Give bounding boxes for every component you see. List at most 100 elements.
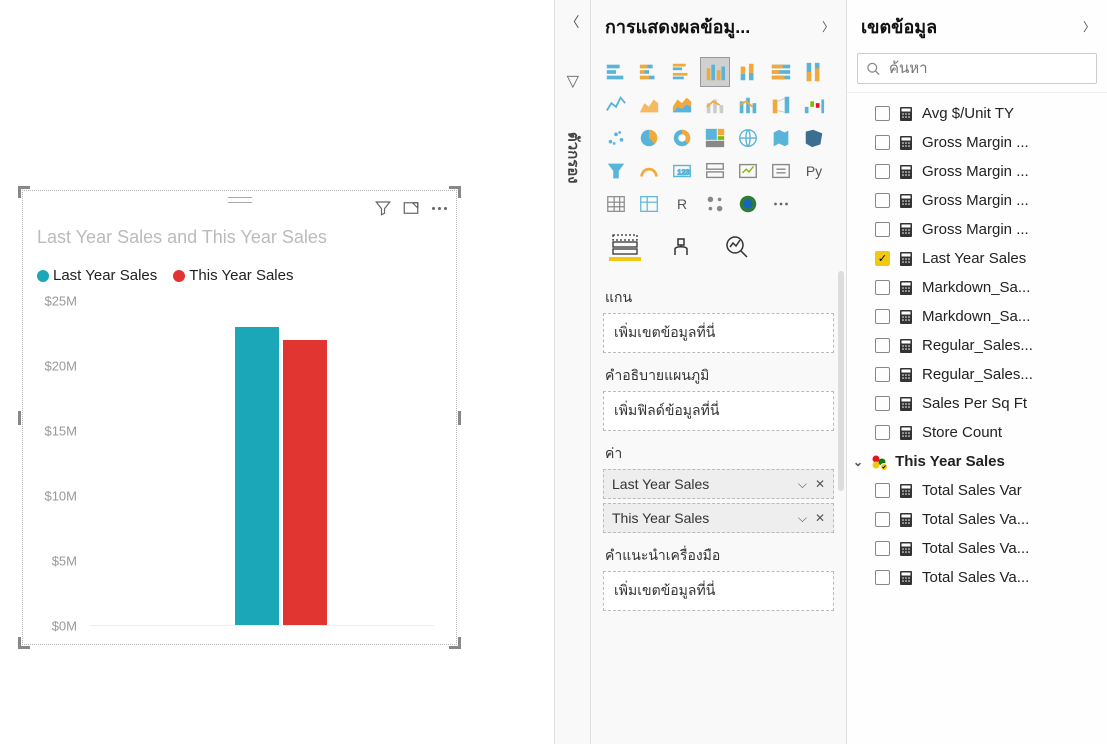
field-row[interactable]: Total Sales Va... [847,534,1103,563]
viz-type-donut[interactable] [667,123,697,153]
legend-well-drop[interactable]: เพิ่มฟิลด์ข้อมูลที่นี่ [603,391,834,431]
field-row[interactable]: Total Sales Var [847,476,1103,505]
fields-tab-icon[interactable] [609,233,641,261]
field-checkbox[interactable] [875,512,890,527]
viz-type-combo2[interactable] [733,90,763,120]
field-row[interactable]: Gross Margin ... [847,157,1103,186]
viz-type-key-influencers[interactable] [700,189,730,219]
bar[interactable] [283,340,327,625]
viz-type-combo1[interactable] [700,90,730,120]
resize-handle[interactable] [18,186,30,198]
field-row[interactable]: Regular_Sales... [847,331,1103,360]
viz-type-gauge[interactable] [634,156,664,186]
viz-type-more[interactable] [766,189,796,219]
field-row[interactable]: Total Sales Va... [847,505,1103,534]
field-row[interactable]: Total Sales Va... [847,563,1103,592]
focus-mode-icon[interactable] [402,199,420,217]
viz-type-line[interactable] [601,90,631,120]
field-checkbox[interactable] [875,367,890,382]
axis-well-drop[interactable]: เพิ่มเขตข้อมูลที่นี่ [603,313,834,353]
viz-type-shape-map[interactable] [799,123,829,153]
field-checkbox[interactable] [875,222,890,237]
report-canvas[interactable]: Last Year Sales and This Year Sales Last… [0,0,555,744]
chevron-down-icon[interactable]: ⌵ [798,477,807,492]
field-checkbox[interactable] [875,483,890,498]
value-well-item[interactable]: This Year Sales⌵✕ [603,503,834,533]
viz-type-clustered-bar-h[interactable] [667,57,697,87]
viz-type-filled-map[interactable] [766,123,796,153]
field-row[interactable]: Avg $/Unit TY [847,99,1103,128]
scrollbar[interactable] [838,271,844,491]
field-row[interactable]: Markdown_Sa... [847,302,1103,331]
remove-icon[interactable]: ✕ [815,477,825,492]
bar[interactable] [235,327,279,625]
viz-type-funnel[interactable] [601,156,631,186]
field-table-row[interactable]: ⌄ This Year Sales [847,447,1103,476]
resize-handle[interactable] [458,411,461,425]
viz-type-area[interactable] [634,90,664,120]
viz-type-stacked-bar-h[interactable] [601,57,631,87]
filter-icon[interactable] [374,199,392,217]
viz-type-kpi[interactable] [733,156,763,186]
field-checkbox[interactable] [875,135,890,150]
viz-type-arcgis[interactable] [733,189,763,219]
field-checkbox[interactable] [875,425,890,440]
chart-visual-container[interactable]: Last Year Sales and This Year Sales Last… [22,190,457,645]
legend-item[interactable]: This Year Sales [173,267,293,284]
field-row[interactable]: Sales Per Sq Ft [847,389,1103,418]
field-checkbox[interactable] [875,106,890,121]
search-input[interactable] [889,60,1088,77]
resize-handle[interactable] [449,186,461,198]
filters-pane-collapsed[interactable]: 〈 ◁ ตัวกรอง [555,0,591,744]
field-checkbox[interactable] [875,193,890,208]
viz-type-map[interactable] [733,123,763,153]
field-row[interactable]: Gross Margin ... [847,186,1103,215]
resize-handle[interactable] [18,411,21,425]
viz-type-100-stacked-bar[interactable] [766,57,796,87]
viz-type-slicer[interactable] [766,156,796,186]
viz-type-stacked-column[interactable] [733,57,763,87]
viz-type-py[interactable]: Py [799,156,829,186]
viz-type-treemap[interactable] [700,123,730,153]
viz-type-r[interactable]: R [667,189,697,219]
viz-type-stacked-bar-h2[interactable] [634,57,664,87]
field-row[interactable]: Store Count [847,418,1103,447]
analytics-tab-icon[interactable] [721,233,753,261]
field-list[interactable]: Avg $/Unit TY Gross Margin ... Gross Mar… [847,92,1107,744]
field-checkbox[interactable] [875,541,890,556]
viz-type-100-stacked-column[interactable] [799,57,829,87]
chevron-right-icon[interactable]: 〉 [822,18,834,35]
viz-type-stacked-area[interactable] [667,90,697,120]
chevron-right-icon[interactable]: 〉 [1083,18,1095,35]
field-checkbox[interactable] [875,338,890,353]
chevron-down-icon[interactable]: ⌵ [798,511,807,526]
format-tab-icon[interactable] [665,233,697,261]
chevron-left-icon[interactable]: 〈 [566,12,580,32]
field-checkbox[interactable] [875,570,890,585]
resize-handle[interactable] [449,637,461,649]
viz-type-pie[interactable] [634,123,664,153]
resize-handle[interactable] [18,637,30,649]
field-checkbox[interactable]: ✓ [875,251,890,266]
more-options-icon[interactable] [430,199,448,217]
viz-type-table[interactable] [601,189,631,219]
legend-item[interactable]: Last Year Sales [37,267,157,284]
remove-icon[interactable]: ✕ [815,511,825,526]
field-row[interactable]: Gross Margin ... [847,128,1103,157]
viz-type-multi-card[interactable] [700,156,730,186]
field-checkbox[interactable] [875,280,890,295]
chevron-down-icon[interactable]: ⌄ [853,455,863,469]
viz-type-scatter[interactable] [601,123,631,153]
field-row[interactable]: Regular_Sales... [847,360,1103,389]
viz-type-waterfall[interactable] [799,90,829,120]
field-row[interactable]: Gross Margin ... [847,215,1103,244]
fields-search-box[interactable] [857,53,1097,84]
viz-type-matrix[interactable] [634,189,664,219]
field-row[interactable]: Markdown_Sa... [847,273,1103,302]
field-checkbox[interactable] [875,164,890,179]
viz-type-ribbon[interactable] [766,90,796,120]
value-well-item[interactable]: Last Year Sales⌵✕ [603,469,834,499]
viz-type-clustered-column[interactable] [700,57,730,87]
tooltip-well-drop[interactable]: เพิ่มเขตข้อมูลที่นี่ [603,571,834,611]
field-checkbox[interactable] [875,309,890,324]
